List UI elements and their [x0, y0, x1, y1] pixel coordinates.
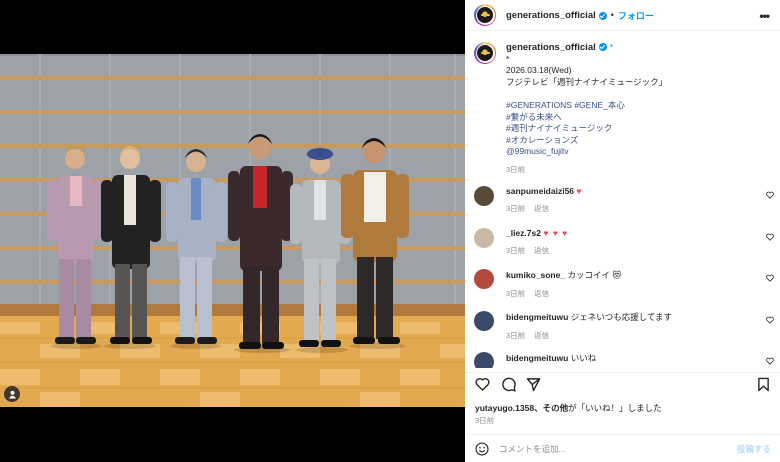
- comment-emoji: 😻: [612, 270, 622, 280]
- commenter-username[interactable]: bidengmeituwu: [506, 312, 568, 322]
- hashtag-link[interactable]: #GENERATIONS #GENE_本心: [506, 100, 667, 112]
- comment-like-heart-icon[interactable]: [766, 233, 774, 241]
- likes-summary: yutayugo.1358、その他が「いいね！」しました: [475, 402, 662, 414]
- hashtag-link[interactable]: #週刊ナイナイミュージック: [506, 123, 667, 135]
- post-side-panel: generations_official • フォロー ••• generati…: [465, 0, 780, 462]
- brand-logo-icon: [477, 7, 493, 23]
- caption-star: *: [609, 42, 614, 52]
- comment-item: bidengmeituwu いいね: [474, 352, 774, 368]
- add-comment-input[interactable]: [499, 443, 729, 454]
- commenter-avatar[interactable]: [474, 228, 494, 248]
- follow-button[interactable]: フォロー: [618, 9, 654, 22]
- reply-button[interactable]: 返信: [534, 246, 549, 255]
- commenter-username[interactable]: bidengmeituwu: [506, 353, 568, 363]
- caption-time: 3日前: [506, 164, 526, 174]
- user-icon: [8, 390, 16, 399]
- comment-item: sanpumeidaizi56 ♥ 3日前 返信: [474, 186, 774, 214]
- header-separator: •: [610, 10, 614, 20]
- post-time: 3日前: [475, 416, 495, 425]
- comment-emoji: ♥: [576, 186, 583, 196]
- reply-button[interactable]: 返信: [534, 331, 549, 340]
- comment-like-heart-icon[interactable]: [766, 357, 774, 365]
- commenter-username[interactable]: sanpumeidaizi56: [506, 186, 574, 196]
- comment-item: kumiko_sone_ カッコイイ 😻 3日前 返信: [474, 269, 774, 299]
- comment-time: 3日前: [506, 331, 526, 340]
- mention-link[interactable]: @99music_fujitv: [506, 146, 667, 158]
- more-options-icon[interactable]: •••: [759, 9, 770, 23]
- likes-suffix: が「いいね！」しました: [568, 403, 662, 413]
- like-heart-icon[interactable]: [475, 377, 490, 391]
- add-comment-bar: 投稿する: [465, 434, 780, 462]
- comment-text: カッコイイ: [567, 270, 610, 280]
- comment-time: 3日前: [506, 289, 526, 298]
- post-comment-button[interactable]: 投稿する: [737, 443, 771, 455]
- caption-date: 2026.03.18(Wed): [506, 65, 572, 75]
- comment-time: 3日前: [506, 246, 526, 255]
- hashtag-link[interactable]: #オカレーションズ: [506, 135, 667, 147]
- save-bookmark-icon[interactable]: [757, 377, 770, 392]
- comments-scroll-area[interactable]: generations_official * * 2026.03.18(Wed) …: [465, 36, 780, 368]
- post-photo: [0, 54, 465, 407]
- comment-like-heart-icon[interactable]: [766, 316, 774, 324]
- comment-like-heart-icon[interactable]: [766, 274, 774, 282]
- likes-user[interactable]: yutayugo.1358: [475, 403, 534, 413]
- profile-avatar[interactable]: [474, 4, 496, 26]
- share-send-icon[interactable]: [526, 377, 541, 392]
- commenter-avatar[interactable]: [474, 269, 494, 289]
- instagram-post-view: generations_official • フォロー ••• generati…: [0, 0, 780, 462]
- commenter-avatar[interactable]: [474, 311, 494, 331]
- commenter-avatar[interactable]: [474, 186, 494, 206]
- comment-text: ジェネいつも応援してます: [570, 312, 673, 322]
- header-username[interactable]: generations_official: [506, 10, 596, 21]
- caption-username[interactable]: generations_official: [506, 42, 596, 53]
- post-caption: generations_official * * 2026.03.18(Wed) …: [465, 36, 780, 175]
- post-media[interactable]: [0, 0, 465, 462]
- verified-badge-icon: [598, 12, 607, 20]
- comment-emoji: ♥ ♥ ♥: [543, 228, 569, 238]
- caption-avatar[interactable]: [474, 42, 496, 64]
- verified-badge-icon: [598, 43, 607, 51]
- emoji-smiley-icon[interactable]: [475, 441, 489, 456]
- likes-rest[interactable]: 、その他: [534, 403, 568, 413]
- caption-bullet: *: [506, 53, 510, 64]
- commenter-username[interactable]: kumiko_sone_: [506, 270, 565, 280]
- post-header: generations_official • フォロー •••: [465, 0, 780, 31]
- comment-like-heart-icon[interactable]: [766, 191, 774, 199]
- reply-button[interactable]: 返信: [534, 289, 549, 298]
- comment-text: いいね: [570, 353, 597, 363]
- reply-button[interactable]: 返信: [534, 204, 549, 213]
- caption-program: フジテレビ「週刊ナイナイミュージック」: [506, 76, 668, 87]
- comment-bubble-icon[interactable]: [501, 377, 516, 392]
- commenter-avatar[interactable]: [474, 352, 494, 368]
- hashtag-link[interactable]: #繋がる未来へ: [506, 112, 667, 124]
- tagged-users-button[interactable]: [4, 386, 20, 402]
- comment-item: _liez.7s2 ♥ ♥ ♥ 3日前 返信: [474, 228, 774, 256]
- commenter-username[interactable]: _liez.7s2: [506, 228, 541, 238]
- comment-item: bidengmeituwu ジェネいつも応援してます 3日前 返信: [474, 311, 774, 341]
- brand-logo-icon: [477, 45, 493, 61]
- post-action-bar: [465, 372, 780, 396]
- comment-time: 3日前: [506, 204, 526, 213]
